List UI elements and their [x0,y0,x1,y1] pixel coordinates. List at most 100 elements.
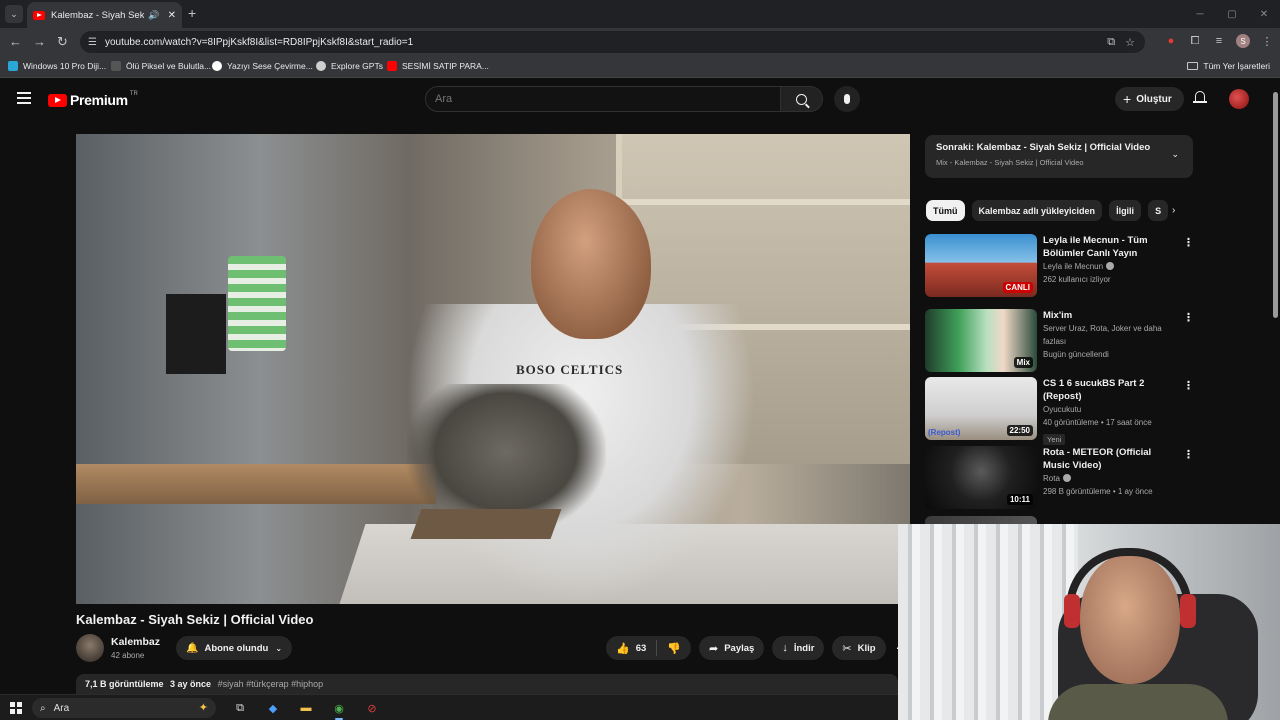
search-icon [796,93,807,105]
video-title: Kalembaz - Siyah Sekiz | Official Video [76,612,314,627]
more-options-icon[interactable]: ⋮ [1183,448,1194,461]
channel-avatar[interactable] [76,634,104,662]
chrome-icon[interactable]: ◉ [330,699,348,720]
page-scrollbar[interactable] [1271,80,1280,524]
youtube-premium-logo[interactable]: Premium TR [48,91,138,108]
subscribed-button[interactable]: 🔔 Abone olundu ⌄ [176,636,293,660]
reco-title[interactable]: CS 1 6 sucukBS Part 2 (Repost) [1043,377,1179,403]
share-button[interactable]: ➦ Paylaş [698,636,765,660]
chevron-down-icon[interactable]: ⌄ [1171,149,1179,160]
playlist-next-title: Sonraki: Kalembaz - Siyah Sekiz | Offici… [936,142,1151,153]
reco-meta: 298 B görüntüleme • 1 ay önce [1043,487,1153,496]
bookmark-item[interactable]: Yazıyı Sese Çevirme... [212,61,313,71]
recommended-video-partial[interactable] [925,516,1195,524]
tab-search-button[interactable]: ⌄ [5,5,23,23]
subscriber-count: 42 abone [111,651,145,660]
hashtags[interactable]: #siyah #türkçerap #hiphop [218,679,324,689]
recommended-mix[interactable]: Mix Mix'im Server Uraz, Rota, Joker ve d… [925,309,1195,375]
youtube-header: Premium TR + Oluştur [0,80,1270,120]
tab-title: Kalembaz - Siyah Sekiz | Offi [51,9,145,21]
create-button[interactable]: + Oluştur [1115,87,1184,111]
browser-tab-active[interactable]: Kalembaz - Siyah Sekiz | Offi 🔊 ✕ [27,2,182,28]
url-text: youtube.com/watch?v=8IPpjKskf8I&list=RD8… [104,36,414,48]
reco-title[interactable]: Leyla ile Mecnun - Tüm Bölümler Canlı Ya… [1043,234,1179,260]
chip-from-uploader[interactable]: Kalembaz adlı yükleyiciden [971,200,1103,221]
chip-all[interactable]: Tümü [926,200,965,221]
reco-meta: 262 kullanıcı izliyor [1043,275,1111,284]
new-tab-button[interactable]: + [188,6,196,20]
reading-list-icon[interactable]: ≡ [1212,35,1226,47]
duration-badge: 22:50 [1006,425,1033,436]
task-view-icon[interactable]: ⧉ [231,699,249,717]
bookmark-item[interactable]: Explore GPTs [316,61,383,71]
recommended-video[interactable]: CANLI Leyla ile Mecnun - Tüm Bölümler Ca… [925,234,1195,300]
recommended-video[interactable]: (Repost) 22:50 CS 1 6 sucukBS Part 2 (Re… [925,377,1195,445]
account-avatar[interactable] [1229,89,1249,109]
bookmark-item[interactable]: SESİMİ SATIP PARA... [387,61,489,71]
forward-arrow-icon[interactable]: → [33,34,46,50]
chevron-down-icon: ⌄ [275,643,283,653]
bookmark-favicon-icon [8,61,18,71]
windows-start-icon[interactable] [10,702,22,714]
bookmark-favicon-icon [387,61,397,71]
reco-title[interactable]: Rota - METEOR (Official Music Video) [1043,446,1179,472]
upload-age: 3 ay önce [170,679,212,689]
reload-icon[interactable]: ↻ [57,34,68,50]
extensions-puzzle-icon[interactable]: ⧠ [1188,35,1202,48]
bookmark-item[interactable]: Ölü Piksel ve Bulutla... [111,61,211,71]
browser-tab-strip: ⌄ Kalembaz - Siyah Sekiz | Offi 🔊 ✕ + ─ … [0,0,1280,28]
reco-meta: 40 görüntüleme • 17 saat önce [1043,418,1152,427]
install-app-icon[interactable]: ⧉ [1107,36,1115,49]
chip-more[interactable]: S [1148,200,1169,221]
more-options-icon[interactable]: ⋮ [1183,311,1194,324]
video-actions: 👍 63 👎 ➦ Paylaş ↓ İndir ✂ Klip ⋯ [606,636,908,660]
video-thumbnail[interactable]: Mix [925,309,1037,372]
bookmark-star-icon[interactable]: ☆ [1125,36,1135,49]
bookmarks-bar: Windows 10 Pro Diji... Ölü Piksel ve Bul… [0,56,1280,78]
search-input[interactable] [425,86,781,112]
recommended-video[interactable]: 10:11 Rota - METEOR (Official Music Vide… [925,446,1195,512]
browser-menu-icon[interactable]: ⋮ [1260,35,1274,48]
clip-button[interactable]: ✂ Klip [832,636,886,660]
reco-channel: Rota [1043,472,1179,485]
taskbar-search[interactable]: ⌕ Ara ✦ [32,698,216,718]
video-player[interactable]: BOSO CELTICS [76,134,910,604]
channel-name[interactable]: Kalembaz [111,636,160,648]
notifications-bell-icon[interactable] [1193,91,1207,105]
file-explorer-icon[interactable]: ▬ [297,699,315,717]
back-arrow-icon[interactable]: ← [9,34,22,50]
minimize-button[interactable]: ─ [1184,0,1216,28]
more-options-icon[interactable]: ⋮ [1183,236,1194,249]
chip-related[interactable]: İlgili [1109,200,1142,221]
reco-title[interactable]: Mix'im [1043,309,1179,322]
download-button[interactable]: ↓ İndir [772,636,825,660]
maximize-button[interactable]: ▢ [1216,0,1248,28]
all-bookmarks-folder[interactable]: Tüm Yer İşaretleri [1187,61,1270,71]
address-bar[interactable]: ☰ youtube.com/watch?v=8IPpjKskf8I&list=R… [80,31,1145,53]
video-thumbnail[interactable] [925,516,1037,524]
headphones [1066,548,1192,628]
extension-icon[interactable]: ● [1164,35,1178,47]
close-window-button[interactable]: ✕ [1248,0,1280,28]
mix-playlist-header[interactable]: Sonraki: Kalembaz - Siyah Sekiz | Offici… [925,135,1193,178]
dislike-button[interactable]: 👎 [657,636,691,660]
app-icon[interactable]: ⊘ [363,699,381,717]
menu-hamburger-icon[interactable] [17,92,31,104]
like-button[interactable]: 👍 63 [606,636,656,660]
more-options-icon[interactable]: ⋮ [1183,379,1194,392]
copilot-icon[interactable]: ◆ [264,699,282,717]
like-dislike-group: 👍 63 👎 [606,636,691,660]
chevron-right-icon[interactable]: › [1172,205,1175,216]
close-tab-icon[interactable]: ✕ [168,10,176,21]
video-thumbnail[interactable]: CANLI [925,234,1037,297]
microphone-icon [844,94,850,104]
search-button[interactable] [781,86,823,112]
audio-playing-icon[interactable]: 🔊 [148,10,159,21]
video-thumbnail[interactable]: (Repost) 22:50 [925,377,1037,440]
video-thumbnail[interactable]: 10:11 [925,446,1037,509]
site-info-icon[interactable]: ☰ [88,37,97,48]
profile-avatar[interactable]: S [1236,34,1250,48]
bookmark-item[interactable]: Windows 10 Pro Diji... [8,61,106,71]
voice-search-button[interactable] [834,86,860,112]
search-box [425,86,823,112]
